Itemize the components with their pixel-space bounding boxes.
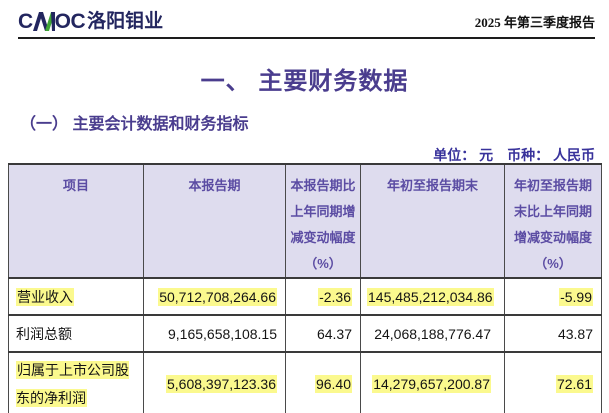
report-page: C OC 洛阳钼业 2025 年第三季度报告 一、 主要财务数据 （一） 主要会… bbox=[0, 0, 609, 413]
table-cell: 64.37 bbox=[286, 315, 361, 352]
table-cell: 50,712,708,264.66 bbox=[144, 278, 286, 315]
table-cell: 145,485,212,034.86 bbox=[361, 278, 505, 315]
table-cell: -2.36 bbox=[286, 278, 361, 315]
unit-label: 单位： 元 bbox=[433, 147, 493, 163]
table-cell: 5,608,397,123.36 bbox=[144, 352, 286, 413]
table-cell: 14,279,657,200.87 bbox=[361, 352, 505, 413]
column-header: 本报告期 bbox=[144, 164, 286, 278]
subsection-title: （一） 主要会计数据和财务指标 bbox=[20, 110, 609, 134]
highlighted-text: 归属于上市公司股东的净利润 bbox=[16, 361, 129, 407]
header-divider bbox=[18, 37, 595, 39]
financial-data-table: 项目本报告期本报告期比上年同期增减变动幅度（%）年初至报告期末年初至报告期末比上… bbox=[8, 163, 602, 413]
logo-chinese-name: 洛阳钼业 bbox=[87, 12, 163, 32]
table-cell: -5.99 bbox=[505, 278, 602, 315]
highlighted-text: 145,485,212,034.86 bbox=[367, 288, 494, 306]
logo-m-icon bbox=[32, 11, 56, 32]
section-title: 一、 主要财务数据 bbox=[0, 61, 609, 96]
highlighted-text: 72.61 bbox=[556, 375, 593, 393]
column-header: 年初至报告期末 bbox=[361, 164, 505, 278]
highlighted-text: 14,279,657,200.87 bbox=[372, 375, 491, 393]
table-cell: 72.61 bbox=[505, 352, 602, 413]
document-header: C OC 洛阳钼业 2025 年第三季度报告 bbox=[0, 0, 609, 32]
column-header: 本报告期比上年同期增减变动幅度（%） bbox=[286, 164, 361, 278]
logo-text-oc: OC bbox=[55, 12, 86, 32]
column-header: 项目 bbox=[9, 164, 144, 278]
table-cell: 利润总额 bbox=[9, 315, 144, 352]
unit-line: 单位： 元币种： 人民币 bbox=[0, 145, 595, 165]
table-cell: 43.87 bbox=[505, 315, 602, 352]
table-row: 归属于上市公司股东的净利润 5,608,397,123.36 96.40 14,279… bbox=[9, 352, 602, 413]
table-cell: 24,068,188,776.47 bbox=[361, 315, 505, 352]
highlighted-text: -5.99 bbox=[559, 288, 593, 306]
table-cell: 归属于上市公司股东的净利润 bbox=[9, 352, 144, 413]
header-row: 项目本报告期本报告期比上年同期增减变动幅度（%）年初至报告期末年初至报告期末比上… bbox=[9, 164, 602, 278]
highlighted-text: 96.40 bbox=[315, 375, 352, 393]
table-row: 营业收入 50,712,708,264.66 -2.36 145,485,212,03… bbox=[9, 278, 602, 315]
company-logo: C OC 洛阳钼业 bbox=[18, 11, 163, 32]
report-period-title: 2025 年第三季度报告 bbox=[475, 12, 595, 32]
currency-label: 币种： 人民币 bbox=[507, 147, 595, 163]
table-cell: 96.40 bbox=[286, 352, 361, 413]
table-cell: 营业收入 bbox=[9, 278, 144, 315]
logo-text-c: C bbox=[18, 12, 33, 32]
highlighted-text: 50,712,708,264.66 bbox=[158, 288, 277, 306]
highlighted-text: 5,608,397,123.36 bbox=[166, 375, 277, 393]
highlighted-text: -2.36 bbox=[318, 288, 352, 306]
table-cell: 9,165,658,108.15 bbox=[144, 315, 286, 352]
highlighted-text: 营业收入 bbox=[16, 288, 74, 306]
table-row: 利润总额9,165,658,108.1564.3724,068,188,776.… bbox=[9, 315, 602, 352]
column-header: 年初至报告期末比上年同期增减变动幅度（%） bbox=[505, 164, 602, 278]
